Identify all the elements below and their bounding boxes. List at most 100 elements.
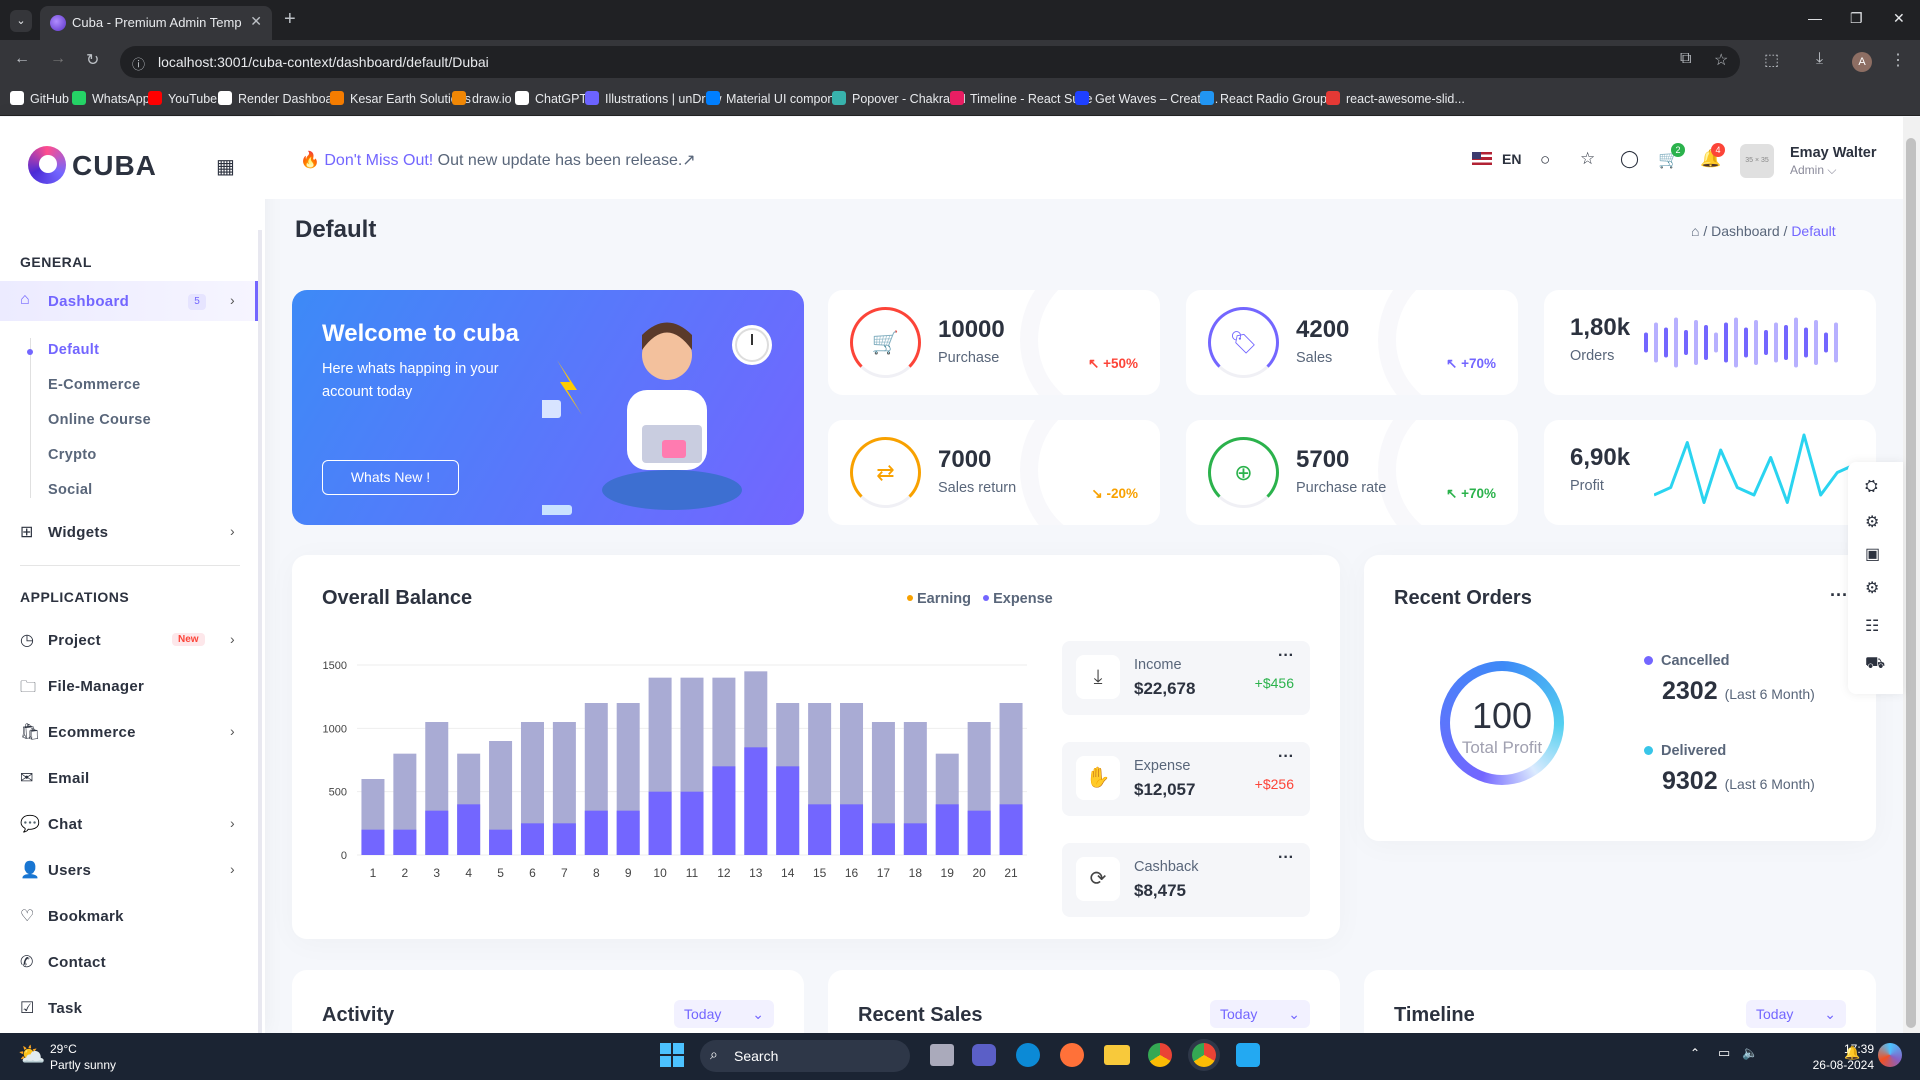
copilot-icon[interactable] [1878, 1043, 1902, 1067]
submenu-item[interactable]: Crypto [48, 447, 97, 463]
bookmark-star-icon[interactable]: ☆ [1714, 50, 1728, 70]
menu-icon[interactable]: ⋮ [1890, 50, 1906, 70]
back-icon[interactable]: ← [14, 50, 30, 68]
chrome-icon[interactable] [1148, 1043, 1172, 1067]
sidebar-item-file-manager[interactable]: 🗀 File-Manager [0, 666, 258, 706]
sidebar-item-dashboard[interactable]: ⌂ Dashboard 5 › [0, 281, 258, 321]
notice-highlight[interactable]: Don't Miss Out! [324, 152, 433, 169]
sidebar-item-chat[interactable]: 💬 Chat › [0, 804, 258, 844]
bookmark-item[interactable]: Kesar Earth Solutions [330, 91, 471, 106]
chrome-active-icon[interactable] [1192, 1043, 1216, 1067]
file-explorer-icon[interactable] [1104, 1045, 1130, 1065]
more-options-icon[interactable]: ··· [1278, 647, 1294, 665]
breadcrumb-home-icon[interactable]: ⌂ [1691, 223, 1699, 239]
windows-start-icon[interactable] [660, 1043, 684, 1067]
gear-icon[interactable]: ⚙ [1865, 578, 1879, 598]
avatar[interactable]: 35 × 35 [1740, 144, 1774, 178]
paint-bucket-icon[interactable]: ⛭ [1865, 478, 1878, 496]
us-flag-icon[interactable] [1472, 152, 1492, 165]
box-icon[interactable]: ▣ [1865, 544, 1880, 564]
site-info-icon[interactable]: ⓘ [132, 54, 145, 73]
search-icon[interactable]: ○ [1540, 150, 1550, 170]
submenu-item[interactable]: Social [48, 482, 93, 498]
settings-icon[interactable]: ⚙ [1865, 512, 1879, 532]
shop-icon[interactable]: ⛟ [1865, 654, 1885, 674]
update-notice[interactable]: 🔥 Don't Miss Out! Out new update has bee… [300, 150, 696, 170]
bookmark-item[interactable]: GitHub [10, 91, 69, 106]
install-icon[interactable]: ⧉ [1680, 50, 1691, 68]
sidebar-item-contact[interactable]: ✆ Contact [0, 942, 258, 982]
bookmark-item[interactable]: Material UI compon... [706, 91, 845, 106]
user-role[interactable]: Admin ⌵ [1790, 163, 1836, 178]
sidebar-item-users[interactable]: 👤 Users › [0, 850, 258, 890]
vscode-icon[interactable] [1236, 1043, 1260, 1067]
bookmark-item[interactable]: Illustrations | unDraw [585, 91, 722, 106]
new-tab-button[interactable]: + [284, 8, 296, 31]
bookmark-item[interactable]: draw.io [452, 91, 512, 106]
sidebar-item-ecommerce[interactable]: 🛍 Ecommerce › [0, 712, 258, 752]
bookmark-item[interactable]: ChatGPT [515, 91, 587, 106]
tab-search-button[interactable]: ⌄ [10, 10, 32, 32]
bookmark-item[interactable]: React Radio Group... [1200, 91, 1337, 106]
bookmark-item[interactable]: Timeline - React Suite [950, 91, 1093, 106]
bookmark-item[interactable]: YouTube [148, 91, 217, 106]
weather-icon[interactable]: ⛅ [18, 1042, 45, 1068]
weather-temp[interactable]: 29°C [50, 1042, 77, 1056]
volume-icon[interactable]: 🔈 [1742, 1045, 1758, 1061]
donut-value: 100 [1471, 695, 1533, 736]
legend-earning[interactable]: Earning [907, 591, 971, 607]
url-text[interactable]: localhost:3001/cuba-context/dashboard/de… [158, 54, 489, 70]
more-options-icon[interactable]: ··· [1830, 585, 1848, 606]
downloads-icon[interactable]: ⤓ [1816, 50, 1823, 68]
minimize-button[interactable]: — [1808, 10, 1822, 26]
profile-avatar[interactable]: A [1852, 52, 1872, 72]
browser-tab[interactable]: Cuba - Premium Admin Template ✕ [40, 6, 272, 40]
moon-icon[interactable]: ◯ [1620, 149, 1639, 169]
activity-filter-select[interactable]: Today ⌄ [674, 1000, 774, 1028]
x-tick-label: 3 [433, 866, 440, 880]
scrollbar-thumb[interactable] [1906, 138, 1916, 1028]
sidebar-toggle-grid-icon[interactable]: ▦ [216, 154, 235, 179]
edge-icon[interactable] [1016, 1043, 1040, 1067]
system-tray-chevron-icon[interactable]: ⌃ [1690, 1046, 1700, 1060]
breadcrumb-dashboard[interactable]: Dashboard [1711, 223, 1780, 239]
taskbar-date[interactable]: 26-08-2024 [1800, 1058, 1874, 1072]
close-tab-icon[interactable]: ✕ [250, 13, 262, 30]
network-icon[interactable]: ▭ [1718, 1045, 1730, 1061]
extensions-icon[interactable]: ⬚ [1764, 50, 1779, 70]
bookmark-item[interactable]: Get Waves – Create... [1075, 91, 1218, 106]
bookmark-item[interactable]: Render Dashboard [218, 91, 344, 106]
sidebar-item-project[interactable]: ◷ Project New › [0, 620, 258, 660]
forward-icon[interactable]: → [50, 50, 66, 68]
user-name[interactable]: Emay Walter [1790, 145, 1877, 161]
legend-expense[interactable]: Expense [983, 591, 1053, 607]
more-options-icon[interactable]: ··· [1278, 748, 1294, 766]
submenu-item[interactable]: Online Course [48, 412, 151, 428]
weather-desc[interactable]: Partly sunny [50, 1058, 116, 1072]
bookmark-item[interactable]: Popover - Chakra UI [832, 91, 966, 106]
reload-icon[interactable]: ↻ [86, 50, 99, 70]
notification-bell-icon[interactable]: 🔔 [1844, 1045, 1860, 1061]
task-view-icon[interactable] [930, 1044, 954, 1066]
timeline-filter-select[interactable]: Today ⌄ [1746, 1000, 1846, 1028]
firefox-icon[interactable] [1060, 1043, 1084, 1067]
sliders-icon[interactable]: ☷ [1865, 616, 1879, 636]
taskbar-search[interactable]: Search [700, 1040, 910, 1072]
sidebar-item-email[interactable]: ✉ Email [0, 758, 258, 798]
close-window-button[interactable]: ✕ [1893, 10, 1905, 27]
submenu-item[interactable]: E-Commerce [48, 377, 140, 393]
submenu-item[interactable]: Default [48, 342, 99, 358]
recent-sales-filter-select[interactable]: Today ⌄ [1210, 1000, 1310, 1028]
restore-button[interactable]: ❐ [1850, 10, 1863, 27]
star-icon[interactable]: ☆ [1580, 149, 1595, 169]
whats-new-button[interactable]: Whats New ! [322, 460, 459, 495]
more-options-icon[interactable]: ··· [1278, 849, 1294, 867]
sidebar-item-bookmark[interactable]: ♡ Bookmark [0, 896, 258, 936]
bookmark-item[interactable]: react-awesome-slid... [1326, 91, 1465, 106]
bookmark-item[interactable]: WhatsApp [72, 91, 150, 106]
teams-icon[interactable] [972, 1044, 996, 1066]
sidebar-item-task[interactable]: ☑ Task [0, 988, 258, 1028]
language-selector[interactable]: EN [1502, 151, 1521, 167]
cancelled-value: 2302 [1662, 677, 1718, 705]
sidebar-item-widgets[interactable]: ⊞ Widgets › [0, 512, 258, 552]
